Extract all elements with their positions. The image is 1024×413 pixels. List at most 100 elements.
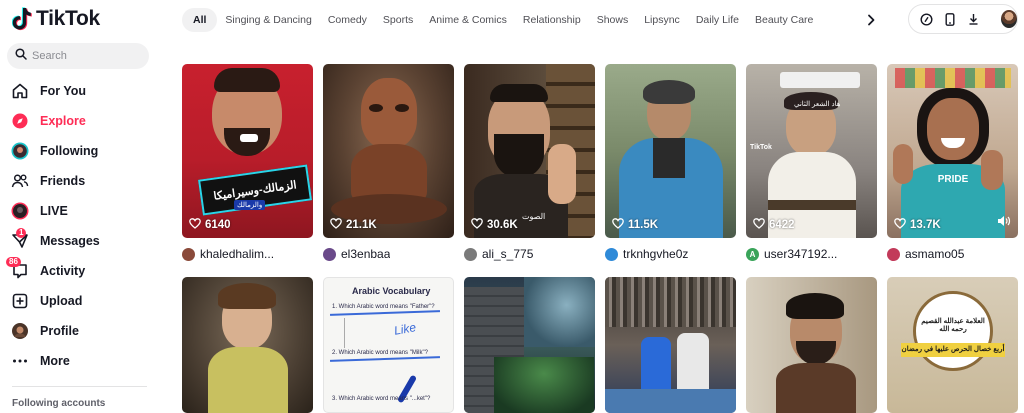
home-icon <box>11 82 29 100</box>
live-icon <box>11 202 29 220</box>
heart-icon <box>330 218 342 232</box>
author-avatar <box>464 247 477 261</box>
view-count: 6140 <box>189 218 231 232</box>
sidebar-divider <box>12 386 147 387</box>
tab-sports[interactable]: Sports <box>375 8 421 32</box>
video-card[interactable] <box>746 277 877 413</box>
heart-icon <box>612 218 624 232</box>
download-icon[interactable] <box>964 8 983 30</box>
video-author[interactable]: ali_s_775 <box>464 246 595 262</box>
video-card[interactable]: 11.5K trknhgvhe0z <box>605 64 736 262</box>
mute-icon[interactable] <box>997 214 1011 232</box>
sidebar-item-messages[interactable]: 1 Messages <box>0 226 160 256</box>
video-caption-sub: والزمالك <box>234 200 266 210</box>
friends-icon <box>11 172 29 190</box>
view-count: 11.5K <box>612 218 658 232</box>
video-card[interactable]: الصوت 30.6K ali_s_775 <box>464 64 595 262</box>
profile-avatar-icon <box>11 322 29 340</box>
tab-lipsync[interactable]: Lipsync <box>636 8 688 32</box>
following-avatar-icon <box>11 142 29 160</box>
sidebar-item-label: Profile <box>40 324 79 338</box>
video-caption-banner: أربع خصال الحرص عليها في رمضان <box>901 343 1005 357</box>
coin-icon[interactable] <box>917 8 936 30</box>
sidebar-item-profile[interactable]: Profile <box>0 316 160 346</box>
video-thumbnail[interactable] <box>182 277 313 413</box>
category-fade <box>826 8 866 32</box>
author-avatar <box>605 247 618 261</box>
author-name: ali_s_775 <box>482 247 534 261</box>
top-toolbar <box>908 4 1018 34</box>
tiktok-logo[interactable]: TikTok <box>11 6 100 32</box>
video-thumbnail[interactable]: هاد الشعر الثاني TikTok 6422 <box>746 64 877 238</box>
sidebar-item-label: Following <box>40 144 99 158</box>
heart-icon <box>189 218 201 232</box>
phone-icon[interactable] <box>940 8 959 30</box>
sidebar-item-friends[interactable]: Friends <box>0 166 160 196</box>
video-thumbnail[interactable]: الزمالك-وسيراميكا والزمالك 6140 <box>182 64 313 238</box>
author-avatar: A <box>746 247 759 261</box>
view-count: 21.1K <box>330 218 377 232</box>
category-tabs: All Singing & Dancing Comedy Sports Anim… <box>182 8 882 32</box>
video-thumbnail[interactable]: 21.1K <box>323 64 454 238</box>
heart-icon <box>753 218 765 232</box>
upload-icon <box>11 292 29 310</box>
video-thumbnail[interactable]: Arabic Vocabulary 1. Which Arabic word m… <box>323 277 454 413</box>
sidebar-item-following[interactable]: Following <box>0 136 160 166</box>
handwritten-mark: Like <box>392 320 418 338</box>
tab-all[interactable]: All <box>182 8 218 32</box>
video-caption-overlay: هاد الشعر الثاني <box>794 101 841 108</box>
sidebar-item-label: For You <box>40 84 87 98</box>
video-thumbnail[interactable]: العلامة عبدالله القصيم رحمه الله أربع خص… <box>887 277 1018 413</box>
compass-icon <box>11 112 29 130</box>
tab-anime-comics[interactable]: Anime & Comics <box>421 8 515 32</box>
tiktok-watermark: TikTok <box>750 144 772 151</box>
sidebar-item-label: Upload <box>40 294 83 308</box>
search-input[interactable]: Search <box>7 43 149 69</box>
worksheet-q1: 1. Which Arabic word means "Father"? <box>332 304 435 310</box>
video-card[interactable] <box>182 277 313 413</box>
video-card[interactable]: هاد الشعر الثاني TikTok 6422 A user34719… <box>746 64 877 262</box>
tab-comedy[interactable]: Comedy <box>320 8 375 32</box>
sidebar: TikTok Search For You Explore Following <box>0 0 160 413</box>
video-author[interactable]: A user347192... <box>746 246 877 262</box>
tab-relationship[interactable]: Relationship <box>515 8 589 32</box>
tab-daily-life[interactable]: Daily Life <box>688 8 747 32</box>
video-thumbnail[interactable]: الصوت 30.6K <box>464 64 595 238</box>
sidebar-item-label: More <box>40 354 70 368</box>
author-name: el3enbaa <box>341 247 391 261</box>
author-avatar <box>887 247 900 261</box>
video-thumbnail[interactable] <box>605 277 736 413</box>
video-card[interactable]: 21.1K el3enbaa <box>323 64 454 262</box>
tab-singing-dancing[interactable]: Singing & Dancing <box>217 8 319 32</box>
video-card[interactable] <box>464 277 595 413</box>
video-author[interactable]: khaledhalim... <box>182 246 313 262</box>
video-thumbnail[interactable]: 11.5K <box>605 64 736 238</box>
sidebar-item-for-you[interactable]: For You <box>0 76 160 106</box>
video-thumbnail[interactable]: PRIDE 13.7K <box>887 64 1018 238</box>
video-caption-overlay: الصوت <box>522 212 546 221</box>
tab-beauty-care[interactable]: Beauty Care <box>747 8 821 32</box>
heart-icon <box>471 218 483 232</box>
logo-text: TikTok <box>36 7 100 30</box>
chevron-right-icon[interactable] <box>862 10 880 30</box>
sidebar-item-activity[interactable]: 86 Activity <box>0 256 160 286</box>
video-card[interactable]: PRIDE 13.7K asmamo05 <box>887 64 1018 262</box>
video-author[interactable]: el3enbaa <box>323 246 454 262</box>
video-card[interactable]: العلامة عبدالله القصيم رحمه الله أربع خص… <box>887 277 1018 413</box>
video-card[interactable]: الزمالك-وسيراميكا والزمالك 6140 khaledha… <box>182 64 313 262</box>
sidebar-item-explore[interactable]: Explore <box>0 106 160 136</box>
sidebar-item-live[interactable]: LIVE <box>0 196 160 226</box>
video-thumbnail[interactable] <box>464 277 595 413</box>
tab-shows[interactable]: Shows <box>589 8 637 32</box>
video-card[interactable]: Arabic Vocabulary 1. Which Arabic word m… <box>323 277 454 413</box>
sidebar-item-more[interactable]: More <box>0 346 160 376</box>
sidebar-item-label: Activity <box>40 264 86 278</box>
video-thumbnail[interactable] <box>746 277 877 413</box>
activity-badge: 86 <box>6 257 21 267</box>
video-author[interactable]: asmamo05 <box>887 246 1018 262</box>
video-author[interactable]: trknhgvhe0z <box>605 246 736 262</box>
user-avatar[interactable] <box>1001 10 1017 28</box>
video-card[interactable] <box>605 277 736 413</box>
author-name: user347192... <box>764 247 838 261</box>
sidebar-item-upload[interactable]: Upload <box>0 286 160 316</box>
